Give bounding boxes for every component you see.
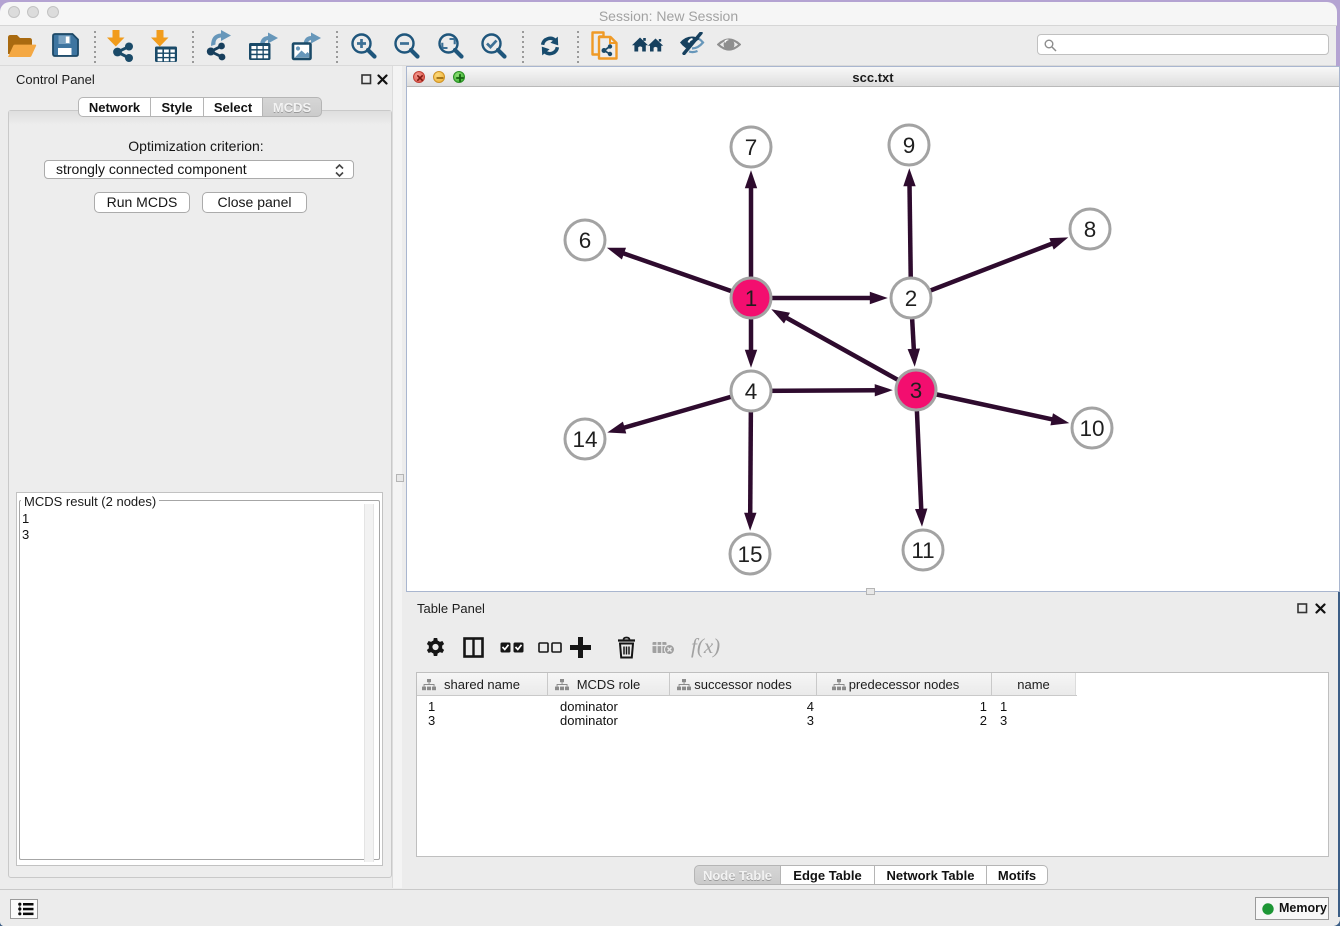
svg-text:6: 6	[579, 228, 592, 253]
svg-text:15: 15	[737, 542, 762, 567]
svg-text:4: 4	[745, 379, 758, 404]
svg-text:8: 8	[1084, 217, 1097, 242]
svg-text:7: 7	[745, 135, 758, 160]
svg-text:1: 1	[745, 286, 758, 311]
svg-text:2: 2	[905, 286, 918, 311]
svg-text:14: 14	[572, 427, 597, 452]
svg-text:9: 9	[903, 133, 916, 158]
svg-text:11: 11	[911, 538, 934, 563]
svg-text:10: 10	[1079, 416, 1104, 441]
svg-text:3: 3	[910, 378, 923, 403]
